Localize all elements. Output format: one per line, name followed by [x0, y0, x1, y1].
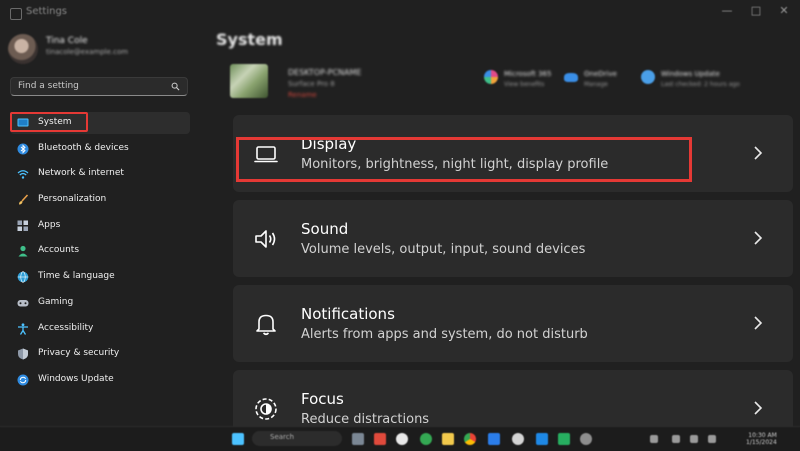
avatar[interactable]: [8, 34, 38, 64]
volume-tray-icon[interactable]: [690, 435, 698, 443]
card-title: Focus: [301, 390, 344, 408]
sidebar-item-windows-update[interactable]: Windows Update: [10, 369, 190, 391]
gamepad-icon: [17, 299, 29, 307]
file-explorer-icon[interactable]: [442, 433, 454, 445]
sidebar-item-privacy-security[interactable]: Privacy & security: [10, 343, 190, 365]
chevron-right-icon: [754, 146, 763, 160]
sidebar: Tina Cole tinacole@example.com Find a se…: [0, 26, 200, 426]
card-description: Alerts from apps and system, do not dist…: [301, 327, 588, 342]
chevron-right-icon: [754, 316, 763, 330]
sidebar-item-bluetooth[interactable]: Bluetooth & devices: [10, 138, 190, 160]
microsoft365-icon: [484, 70, 498, 84]
status-sublabel: Last checked: 2 hours ago: [661, 81, 740, 88]
update-sync-icon: [17, 374, 29, 386]
search-placeholder: Find a setting: [18, 81, 79, 91]
rename-link[interactable]: Rename: [288, 91, 317, 99]
onedrive-icon: [564, 73, 578, 82]
shield-icon: [18, 348, 28, 360]
user-email: tinacole@example.com: [46, 48, 129, 56]
sidebar-item-time-language[interactable]: Time & language: [10, 266, 190, 288]
taskbar-search[interactable]: Search: [252, 431, 342, 446]
sidebar-item-label: Personalization: [38, 194, 107, 205]
sidebar-item-network[interactable]: Network & internet: [10, 163, 190, 185]
maximize-button[interactable]: □: [745, 3, 767, 19]
page-title: System: [216, 30, 283, 49]
battery-tray-icon[interactable]: [708, 435, 716, 443]
card-title: Sound: [301, 220, 349, 238]
taskbar-app-icon[interactable]: [536, 433, 548, 445]
taskbar-app-icon[interactable]: [396, 433, 408, 445]
user-name: Tina Cole: [46, 36, 88, 46]
sidebar-item-label: Bluetooth & devices: [38, 142, 129, 153]
notifications-card[interactable]: Notifications Alerts from apps and syste…: [233, 285, 793, 362]
sidebar-item-personalization[interactable]: Personalization: [10, 189, 190, 211]
clock-time: 10:30 AM: [748, 432, 777, 439]
device-header: DESKTOP-PCNAME Surface Pro 8 Rename Micr…: [216, 60, 786, 104]
sidebar-item-label: Network & internet: [38, 168, 124, 179]
display-highlight-box: [236, 137, 692, 182]
globe-clock-icon: [17, 271, 29, 283]
clock-date: 1/15/2024: [746, 439, 777, 446]
sidebar-item-label: Privacy & security: [38, 348, 120, 359]
chevron-right-icon: [754, 231, 763, 245]
apps-grid-icon: [17, 220, 28, 231]
sidebar-item-label: Windows Update: [38, 373, 114, 384]
taskbar-search-label: Search: [270, 433, 295, 441]
paintbrush-icon: [19, 194, 29, 205]
close-button[interactable]: ✕: [773, 3, 795, 19]
sidebar-item-label: Accessibility: [38, 322, 94, 333]
sidebar-item-label: Gaming: [38, 296, 74, 307]
status-sublabel: Manage: [584, 81, 608, 88]
taskbar-app-icon[interactable]: [512, 433, 524, 445]
system-highlight-box: [10, 112, 88, 132]
status-sublabel: View benefits: [504, 81, 545, 88]
sidebar-item-apps[interactable]: Apps: [10, 215, 190, 237]
windows-update-icon: [641, 70, 655, 84]
taskbar-app-icon[interactable]: [420, 433, 432, 445]
sound-card[interactable]: Sound Volume levels, output, input, soun…: [233, 200, 793, 277]
card-description: Reduce distractions: [301, 412, 430, 427]
accessibility-icon: [18, 322, 28, 335]
sidebar-item-label: Accounts: [38, 245, 80, 256]
device-model: Surface Pro 8: [288, 80, 335, 88]
bell-icon: [256, 314, 276, 336]
taskbar: Search 10:30 AM 1/15/2024: [0, 426, 800, 451]
status-label: Windows Update: [661, 70, 720, 78]
status-label: Microsoft 365: [504, 70, 552, 78]
focus-icon: [255, 398, 277, 420]
device-thumbnail: [230, 64, 268, 98]
chrome-icon[interactable]: [464, 433, 476, 445]
sidebar-item-label: Time & language: [38, 271, 115, 282]
sidebar-nav: System Bluetooth & devices Network & int…: [10, 112, 190, 395]
task-view-icon[interactable]: [352, 433, 364, 445]
bluetooth-icon: [17, 143, 29, 155]
start-icon[interactable]: [232, 433, 244, 445]
card-title: Notifications: [301, 305, 395, 323]
sidebar-item-accessibility[interactable]: Accessibility: [10, 318, 190, 340]
taskbar-app-icon[interactable]: [488, 433, 500, 445]
minimize-button[interactable]: —: [716, 3, 738, 19]
window-title: Settings: [26, 6, 68, 17]
settings-taskbar-icon[interactable]: [580, 433, 592, 445]
speaker-icon: [255, 230, 276, 248]
search-input[interactable]: Find a setting: [10, 77, 188, 96]
taskbar-app-icon[interactable]: [374, 433, 386, 445]
tray-chevron-icon[interactable]: [650, 435, 658, 443]
taskbar-app-icon[interactable]: [558, 433, 570, 445]
card-description: Volume levels, output, input, sound devi…: [301, 242, 586, 257]
settings-app-icon: [10, 8, 22, 20]
sidebar-item-accounts[interactable]: Accounts: [10, 240, 190, 262]
sidebar-item-label: Apps: [38, 219, 61, 230]
device-name: DESKTOP-PCNAME: [288, 68, 362, 77]
title-bar: Settings — □ ✕: [0, 0, 800, 26]
chevron-right-icon: [754, 401, 763, 415]
wifi-icon: [17, 170, 29, 180]
status-label: OneDrive: [584, 70, 617, 78]
person-icon: [18, 246, 28, 257]
search-icon[interactable]: [171, 82, 180, 91]
clock[interactable]: 10:30 AM 1/15/2024: [746, 432, 777, 446]
wifi-tray-icon[interactable]: [672, 435, 680, 443]
sidebar-item-gaming[interactable]: Gaming: [10, 292, 190, 314]
